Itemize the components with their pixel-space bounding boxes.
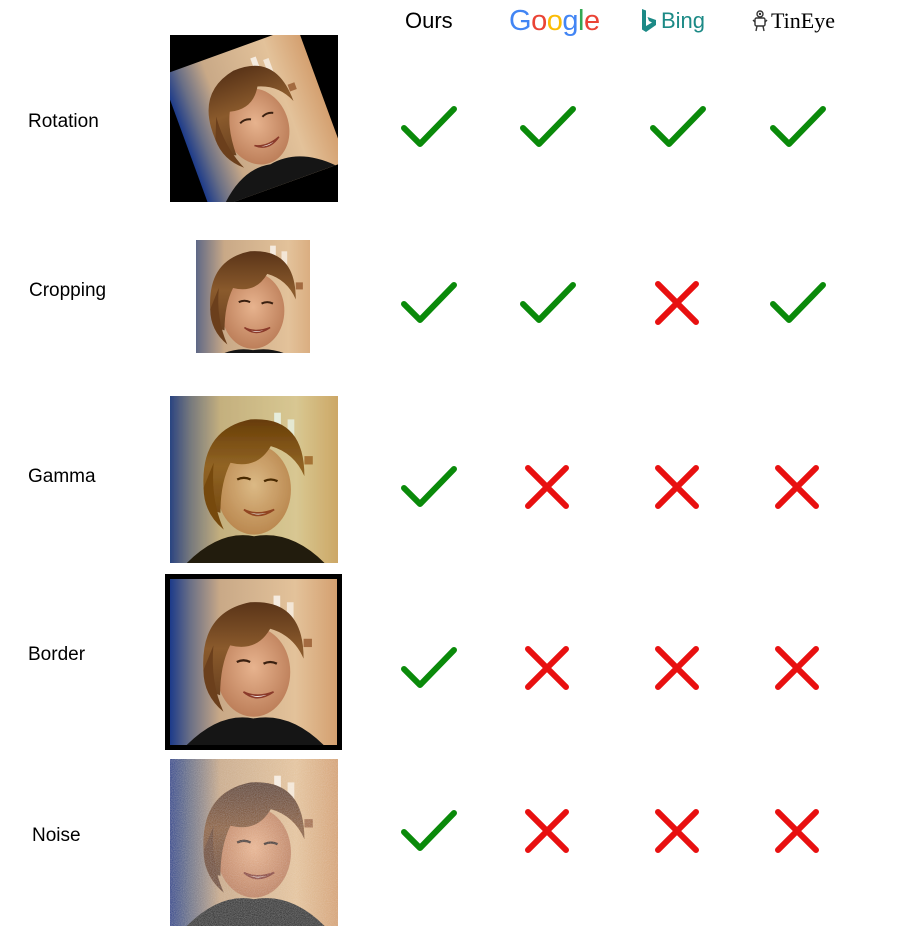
portrait-image xyxy=(170,35,338,202)
row-label-rotation: Rotation xyxy=(28,111,99,132)
row-label-noise: Noise xyxy=(32,825,81,846)
bing-logo-icon xyxy=(642,9,656,32)
check-icon xyxy=(520,104,576,150)
check-icon xyxy=(401,464,457,510)
cross-icon xyxy=(770,808,826,854)
google-letter: o xyxy=(546,4,563,37)
portrait-thumbnail-gamma xyxy=(170,396,338,563)
google-logo-text: Google xyxy=(509,5,600,38)
cross-icon xyxy=(770,464,826,510)
google-letter: e xyxy=(583,4,600,37)
portrait-image xyxy=(196,240,310,353)
row-label-border: Border xyxy=(28,644,86,665)
google-letter: G xyxy=(509,4,532,37)
check-icon xyxy=(401,808,457,854)
cross-icon xyxy=(520,645,576,691)
portrait-image xyxy=(170,579,337,745)
check-icon xyxy=(520,280,576,326)
column-header-tineye: TinEye xyxy=(751,0,835,42)
row-label-cropping: Cropping xyxy=(29,280,107,301)
column-header-ours: Ours xyxy=(405,0,453,42)
portrait-thumbnail-cropping xyxy=(196,240,310,353)
column-header-bing: Bing xyxy=(641,0,705,42)
check-icon xyxy=(770,104,826,150)
portrait-thumbnail-noise xyxy=(170,759,338,926)
cross-icon xyxy=(520,464,576,510)
check-icon xyxy=(401,645,457,691)
cross-icon xyxy=(650,645,706,691)
check-icon xyxy=(650,104,706,150)
column-header-google: Google xyxy=(509,0,600,42)
portrait-image xyxy=(170,396,338,563)
portrait-image xyxy=(170,759,338,926)
cross-icon xyxy=(650,464,706,510)
row-label-gamma: Gamma xyxy=(28,466,96,487)
cross-icon xyxy=(650,280,706,326)
column-header-ours-label: Ours xyxy=(405,8,453,33)
column-header-bing-label: Bing xyxy=(661,8,706,33)
cross-icon xyxy=(520,808,576,854)
tineye-robot-icon xyxy=(752,10,768,32)
portrait-thumbnail-rotation xyxy=(170,35,338,202)
column-header-tineye-label: TinEye xyxy=(771,8,835,33)
google-letter: g xyxy=(562,4,578,37)
check-icon xyxy=(770,280,826,326)
cross-icon xyxy=(770,645,826,691)
check-icon xyxy=(401,280,457,326)
portrait-thumbnail-border xyxy=(165,574,342,750)
cross-icon xyxy=(650,808,706,854)
check-icon xyxy=(401,104,457,150)
google-letter: o xyxy=(531,4,547,37)
